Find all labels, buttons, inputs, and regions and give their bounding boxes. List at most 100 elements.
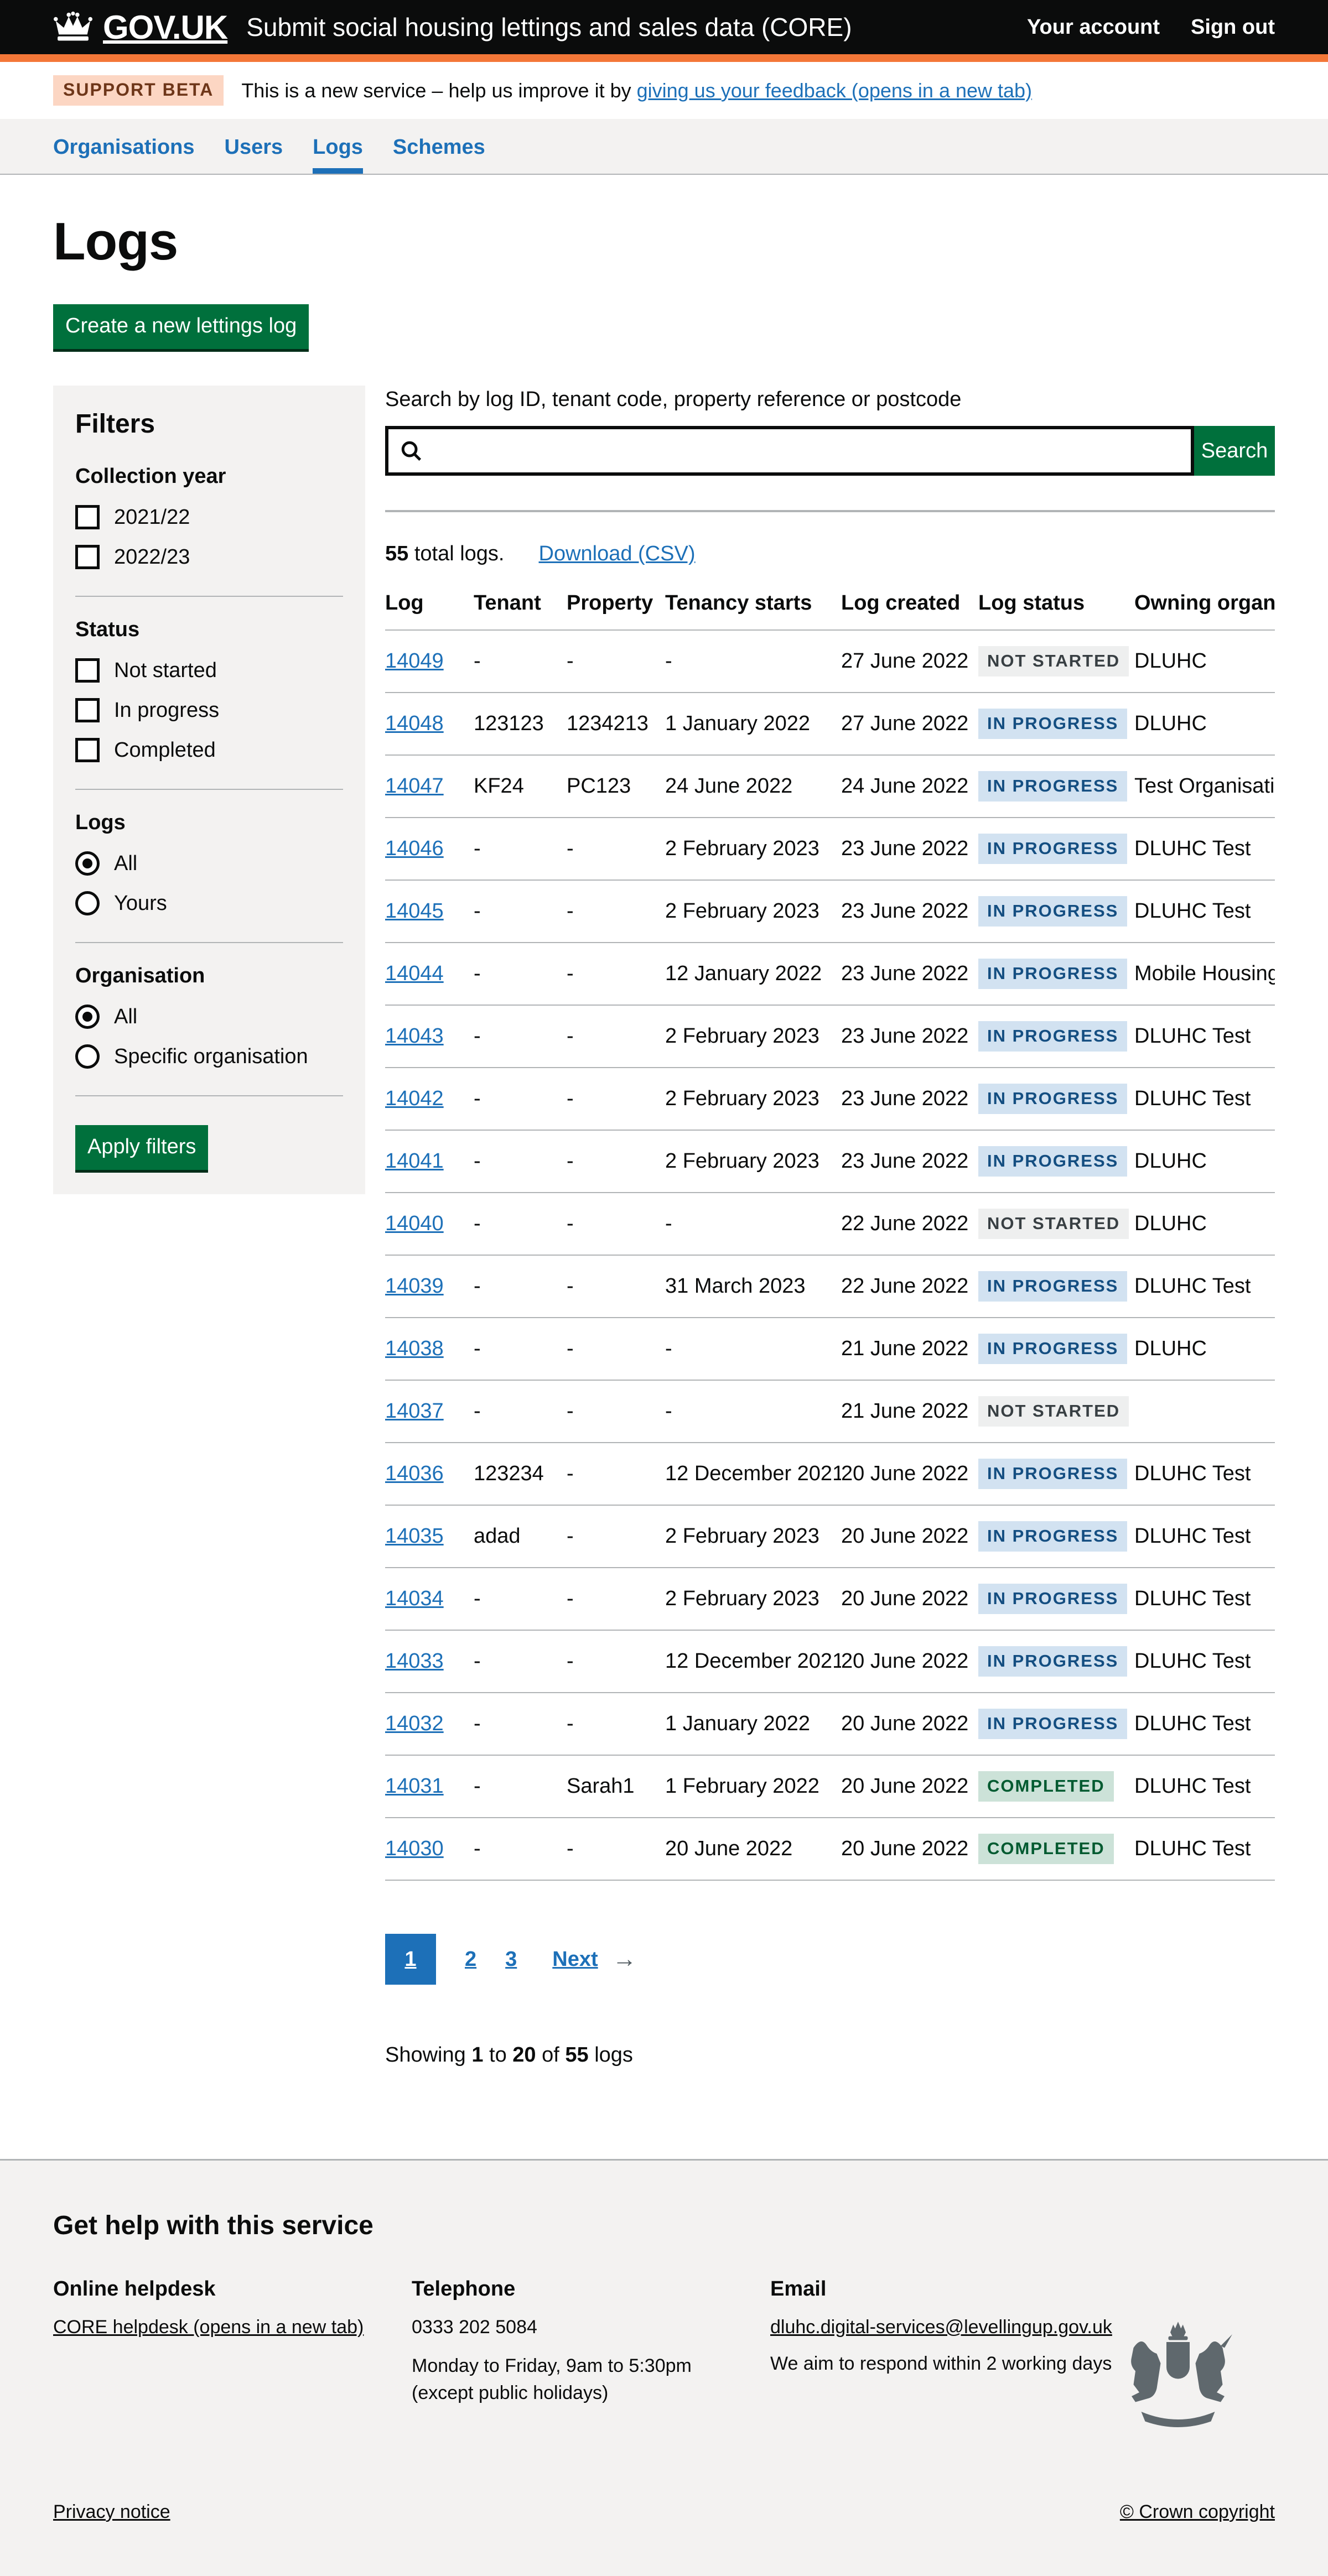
property-cell: -: [567, 1318, 665, 1380]
status-badge: NOT STARTED: [978, 1209, 1129, 1239]
log-id-link[interactable]: 14049: [385, 649, 444, 673]
nav-item-logs[interactable]: Logs: [313, 119, 363, 174]
log-id-link[interactable]: 14037: [385, 1399, 444, 1423]
log-id-link[interactable]: 14030: [385, 1837, 444, 1860]
radio-logs-all[interactable]: All: [75, 851, 343, 876]
log-id-link[interactable]: 14033: [385, 1649, 444, 1673]
log-id-link[interactable]: 14046: [385, 837, 444, 860]
table-row: 14041 - - 2 February 2023 23 June 2022 I…: [385, 1130, 1275, 1193]
hours-line-2: (except public holidays): [412, 2382, 608, 2403]
table-row: 14049 - - - 27 June 2022 NOT STARTED DLU…: [385, 630, 1275, 693]
log-id-link[interactable]: 14031: [385, 1774, 444, 1798]
tenant-cell: 123234: [474, 1443, 567, 1505]
owning-organisation-cell: DLUHC Test: [1134, 880, 1275, 943]
col-header-property: Property: [567, 577, 665, 630]
status-badge: IN PROGRESS: [978, 1709, 1127, 1739]
radio-organisation-all[interactable]: All: [75, 1005, 343, 1029]
log-created-cell: 20 June 2022: [841, 1505, 978, 1568]
create-lettings-log-button[interactable]: Create a new lettings log: [53, 304, 309, 349]
checkbox-icon[interactable]: [75, 698, 100, 722]
checkbox-icon[interactable]: [75, 738, 100, 762]
checkbox-icon[interactable]: [75, 505, 100, 529]
table-row: 14046 - - 2 February 2023 23 June 2022 I…: [385, 818, 1275, 880]
tenant-cell: -: [474, 1005, 567, 1068]
showing-to: 20: [512, 2043, 536, 2067]
tenancy-starts-cell: 24 June 2022: [665, 755, 841, 818]
radio-specific-organisation[interactable]: Specific organisation: [75, 1044, 343, 1069]
nav-item-schemes[interactable]: Schemes: [393, 119, 485, 174]
status-badge: COMPLETED: [978, 1834, 1114, 1864]
sign-out-link[interactable]: Sign out: [1191, 15, 1275, 39]
collection-year-group: Collection year 2021/22 2022/23: [75, 465, 343, 574]
email-link[interactable]: dluhc.digital-services@levellingup.gov.u…: [770, 2317, 1112, 2338]
core-helpdesk-link[interactable]: CORE helpdesk (opens in a new tab): [53, 2317, 364, 2338]
feedback-link[interactable]: giving us your feedback (opens in a new …: [637, 79, 1032, 102]
table-row: 14034 - - 2 February 2023 20 June 2022 I…: [385, 1568, 1275, 1630]
owning-organisation-cell: DLUHC Test: [1134, 1568, 1275, 1630]
log-id-link[interactable]: 14048: [385, 712, 444, 735]
tenant-cell: -: [474, 630, 567, 693]
owning-organisation-cell: DLUHC Test: [1134, 1255, 1275, 1318]
tenancy-starts-cell: 2 February 2023: [665, 1568, 841, 1630]
log-id-link[interactable]: 14044: [385, 962, 444, 985]
govuk-logo[interactable]: GOV.UK: [103, 8, 227, 46]
pagination-page-2[interactable]: 2: [465, 1948, 476, 1971]
log-id-link[interactable]: 14043: [385, 1024, 444, 1048]
checkbox-icon[interactable]: [75, 658, 100, 683]
filter-divider: [75, 942, 343, 943]
status-badge: NOT STARTED: [978, 646, 1129, 676]
radio-icon[interactable]: [75, 1044, 100, 1069]
status-badge: IN PROGRESS: [978, 896, 1127, 927]
tenant-cell: 123123: [474, 693, 567, 755]
search-button[interactable]: Search: [1194, 426, 1275, 476]
log-id-link[interactable]: 14036: [385, 1462, 444, 1485]
tenancy-starts-cell: -: [665, 1380, 841, 1443]
your-account-link[interactable]: Your account: [1027, 15, 1160, 39]
log-id-link[interactable]: 14035: [385, 1524, 444, 1548]
owning-organisation-cell: DLUHC Test: [1134, 1505, 1275, 1568]
download-csv-link[interactable]: Download (CSV): [539, 542, 696, 565]
checkbox-label: In progress: [114, 699, 219, 722]
phase-banner: SUPPORT BETA This is a new service – hel…: [0, 62, 1328, 119]
checkbox-2022-23[interactable]: 2022/23: [75, 545, 343, 569]
header-account-nav: Your account Sign out: [1027, 15, 1275, 39]
checkbox-icon[interactable]: [75, 545, 100, 569]
tenancy-starts-cell: 12 December 2021: [665, 1630, 841, 1693]
crown-copyright-link[interactable]: © Crown copyright: [1120, 2501, 1275, 2523]
log-id-link[interactable]: 14040: [385, 1212, 444, 1235]
log-id-link[interactable]: 14038: [385, 1337, 444, 1360]
pagination-next-link[interactable]: Next: [552, 1948, 598, 1971]
log-id-link[interactable]: 14032: [385, 1712, 444, 1735]
govuk-header: GOV.UK Submit social housing lettings an…: [0, 0, 1328, 62]
log-id-link[interactable]: 14041: [385, 1149, 444, 1173]
log-id-link[interactable]: 14045: [385, 899, 444, 923]
radio-icon[interactable]: [75, 891, 100, 915]
checkbox-not-started[interactable]: Not started: [75, 658, 343, 683]
apply-filters-button[interactable]: Apply filters: [75, 1125, 208, 1170]
radio-icon-selected[interactable]: [75, 851, 100, 876]
table-row: 14039 - - 31 March 2023 22 June 2022 IN …: [385, 1255, 1275, 1318]
phase-banner-text: This is a new service – help us improve …: [241, 79, 1032, 102]
radio-icon-selected[interactable]: [75, 1005, 100, 1029]
nav-item-organisations[interactable]: Organisations: [53, 119, 195, 174]
tenancy-starts-cell: -: [665, 1318, 841, 1380]
log-id-link[interactable]: 14039: [385, 1274, 444, 1298]
results-column: Search by log ID, tenant code, property …: [385, 386, 1275, 2088]
checkbox-completed[interactable]: Completed: [75, 738, 343, 762]
log-id-link[interactable]: 14042: [385, 1087, 444, 1110]
tenancy-starts-cell: 2 February 2023: [665, 1005, 841, 1068]
nav-item-users[interactable]: Users: [225, 119, 283, 174]
status-badge: NOT STARTED: [978, 1396, 1129, 1427]
search-input[interactable]: [424, 429, 1191, 472]
service-name-link[interactable]: Submit social housing lettings and sales…: [246, 12, 852, 42]
privacy-notice-link[interactable]: Privacy notice: [53, 2501, 170, 2523]
hours-line-1: Monday to Friday, 9am to 5:30pm: [412, 2355, 692, 2376]
log-id-link[interactable]: 14047: [385, 774, 444, 798]
log-id-link[interactable]: 14034: [385, 1587, 444, 1610]
checkbox-2021-22[interactable]: 2021/22: [75, 505, 343, 529]
checkbox-in-progress[interactable]: In progress: [75, 698, 343, 722]
email-heading: Email: [770, 2277, 1275, 2301]
pagination-page-3[interactable]: 3: [505, 1948, 517, 1971]
pagination-current-page[interactable]: 1: [385, 1934, 436, 1985]
radio-logs-yours[interactable]: Yours: [75, 891, 343, 915]
